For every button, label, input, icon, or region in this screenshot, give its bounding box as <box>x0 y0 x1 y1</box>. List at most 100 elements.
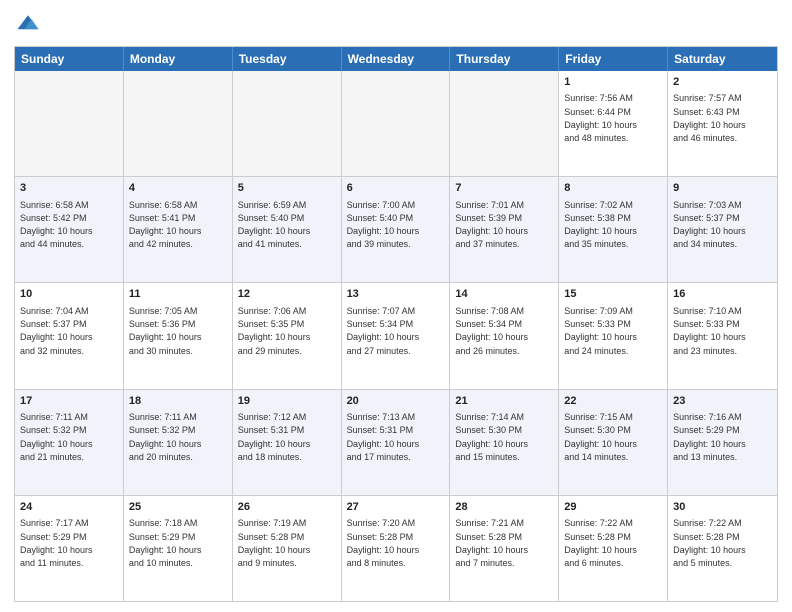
day-info: Sunrise: 7:56 AM Sunset: 6:44 PM Dayligh… <box>564 93 637 143</box>
day-info: Sunrise: 7:17 AM Sunset: 5:29 PM Dayligh… <box>20 518 93 568</box>
day-number: 11 <box>129 287 227 302</box>
day-info: Sunrise: 7:18 AM Sunset: 5:29 PM Dayligh… <box>129 518 202 568</box>
day-number: 5 <box>238 181 336 196</box>
day-number: 16 <box>673 287 772 302</box>
day-number: 8 <box>564 181 662 196</box>
calendar-cell: 22Sunrise: 7:15 AM Sunset: 5:30 PM Dayli… <box>559 390 668 495</box>
day-info: Sunrise: 7:07 AM Sunset: 5:34 PM Dayligh… <box>347 306 420 356</box>
calendar-cell: 19 Sunrise: 7:12 AM Sunset: 5:31 PM Dayli… <box>233 390 342 495</box>
day-number: 25 <box>129 500 227 515</box>
calendar-cell: 23Sunrise: 7:16 AM Sunset: 5:29 PM Dayli… <box>668 390 777 495</box>
weekday-header: Friday <box>559 47 668 71</box>
calendar-cell: 10 Sunrise: 7:04 AM Sunset: 5:37 PM Dayli… <box>15 283 124 388</box>
day-info: Sunrise: 7:01 AM Sunset: 5:39 PM Dayligh… <box>455 200 528 250</box>
calendar-cell: 24 Sunrise: 7:17 AM Sunset: 5:29 PM Dayli… <box>15 496 124 601</box>
weekday-header: Thursday <box>450 47 559 71</box>
calendar-cell: 13 Sunrise: 7:07 AM Sunset: 5:34 PM Dayli… <box>342 283 451 388</box>
day-number: 4 <box>129 181 227 196</box>
calendar-cell <box>450 71 559 176</box>
day-number: 10 <box>20 287 118 302</box>
day-number: 24 <box>20 500 118 515</box>
calendar-cell <box>124 71 233 176</box>
calendar-cell: 9 Sunrise: 7:03 AM Sunset: 5:37 PM Daylig… <box>668 177 777 282</box>
calendar-cell <box>15 71 124 176</box>
calendar-cell: 28 Sunrise: 7:21 AM Sunset: 5:28 PM Dayli… <box>450 496 559 601</box>
day-info: Sunrise: 7:19 AM Sunset: 5:28 PM Dayligh… <box>238 518 311 568</box>
day-info: Sunrise: 7:11 AM Sunset: 5:32 PM Dayligh… <box>129 412 202 462</box>
calendar-cell: 25 Sunrise: 7:18 AM Sunset: 5:29 PM Dayli… <box>124 496 233 601</box>
day-info: Sunrise: 7:05 AM Sunset: 5:36 PM Dayligh… <box>129 306 202 356</box>
day-info: Sunrise: 7:22 AM Sunset: 5:28 PM Dayligh… <box>673 518 746 568</box>
calendar-row: 3Sunrise: 6:58 AM Sunset: 5:42 PM Daylig… <box>15 177 777 283</box>
calendar-cell: 3Sunrise: 6:58 AM Sunset: 5:42 PM Daylig… <box>15 177 124 282</box>
calendar-cell: 27 Sunrise: 7:20 AM Sunset: 5:28 PM Dayli… <box>342 496 451 601</box>
weekday-header: Monday <box>124 47 233 71</box>
day-info: Sunrise: 7:15 AM Sunset: 5:30 PM Dayligh… <box>564 412 637 462</box>
calendar-cell: 14Sunrise: 7:08 AM Sunset: 5:34 PM Dayli… <box>450 283 559 388</box>
weekday-header: Wednesday <box>342 47 451 71</box>
calendar-cell: 1 Sunrise: 7:56 AM Sunset: 6:44 PM Daylig… <box>559 71 668 176</box>
day-number: 19 <box>238 394 336 409</box>
page: SundayMondayTuesdayWednesdayThursdayFrid… <box>0 0 792 612</box>
day-info: Sunrise: 6:59 AM Sunset: 5:40 PM Dayligh… <box>238 200 311 250</box>
day-number: 2 <box>673 75 772 90</box>
day-info: Sunrise: 7:57 AM Sunset: 6:43 PM Dayligh… <box>673 93 746 143</box>
day-info: Sunrise: 7:20 AM Sunset: 5:28 PM Dayligh… <box>347 518 420 568</box>
day-info: Sunrise: 7:22 AM Sunset: 5:28 PM Dayligh… <box>564 518 637 568</box>
calendar-cell: 15Sunrise: 7:09 AM Sunset: 5:33 PM Dayli… <box>559 283 668 388</box>
calendar-cell: 8 Sunrise: 7:02 AM Sunset: 5:38 PM Daylig… <box>559 177 668 282</box>
day-info: Sunrise: 7:04 AM Sunset: 5:37 PM Dayligh… <box>20 306 93 356</box>
calendar-cell: 18Sunrise: 7:11 AM Sunset: 5:32 PM Dayli… <box>124 390 233 495</box>
day-info: Sunrise: 6:58 AM Sunset: 5:41 PM Dayligh… <box>129 200 202 250</box>
header <box>14 10 778 38</box>
calendar-header: SundayMondayTuesdayWednesdayThursdayFrid… <box>15 47 777 71</box>
calendar: SundayMondayTuesdayWednesdayThursdayFrid… <box>14 46 778 602</box>
calendar-cell: 12 Sunrise: 7:06 AM Sunset: 5:35 PM Dayli… <box>233 283 342 388</box>
calendar-cell: 20Sunrise: 7:13 AM Sunset: 5:31 PM Dayli… <box>342 390 451 495</box>
day-number: 6 <box>347 181 445 196</box>
day-number: 28 <box>455 500 553 515</box>
day-info: Sunrise: 6:58 AM Sunset: 5:42 PM Dayligh… <box>20 200 93 250</box>
calendar-cell: 17 Sunrise: 7:11 AM Sunset: 5:32 PM Dayli… <box>15 390 124 495</box>
calendar-cell <box>342 71 451 176</box>
day-number: 9 <box>673 181 772 196</box>
weekday-header: Saturday <box>668 47 777 71</box>
day-info: Sunrise: 7:06 AM Sunset: 5:35 PM Dayligh… <box>238 306 311 356</box>
calendar-cell: 16 Sunrise: 7:10 AM Sunset: 5:33 PM Dayli… <box>668 283 777 388</box>
day-info: Sunrise: 7:00 AM Sunset: 5:40 PM Dayligh… <box>347 200 420 250</box>
day-number: 20 <box>347 394 445 409</box>
day-info: Sunrise: 7:21 AM Sunset: 5:28 PM Dayligh… <box>455 518 528 568</box>
day-number: 1 <box>564 75 662 90</box>
day-info: Sunrise: 7:10 AM Sunset: 5:33 PM Dayligh… <box>673 306 746 356</box>
day-number: 21 <box>455 394 553 409</box>
calendar-cell <box>233 71 342 176</box>
calendar-cell: 21 Sunrise: 7:14 AM Sunset: 5:30 PM Dayli… <box>450 390 559 495</box>
day-number: 13 <box>347 287 445 302</box>
calendar-cell: 11 Sunrise: 7:05 AM Sunset: 5:36 PM Dayli… <box>124 283 233 388</box>
calendar-cell: 29 Sunrise: 7:22 AM Sunset: 5:28 PM Dayli… <box>559 496 668 601</box>
day-info: Sunrise: 7:16 AM Sunset: 5:29 PM Dayligh… <box>673 412 746 462</box>
day-number: 27 <box>347 500 445 515</box>
day-number: 26 <box>238 500 336 515</box>
calendar-row: 1 Sunrise: 7:56 AM Sunset: 6:44 PM Daylig… <box>15 71 777 177</box>
day-info: Sunrise: 7:02 AM Sunset: 5:38 PM Dayligh… <box>564 200 637 250</box>
calendar-cell: 26 Sunrise: 7:19 AM Sunset: 5:28 PM Dayli… <box>233 496 342 601</box>
day-info: Sunrise: 7:14 AM Sunset: 5:30 PM Dayligh… <box>455 412 528 462</box>
calendar-cell: 4 Sunrise: 6:58 AM Sunset: 5:41 PM Daylig… <box>124 177 233 282</box>
day-number: 30 <box>673 500 772 515</box>
day-info: Sunrise: 7:08 AM Sunset: 5:34 PM Dayligh… <box>455 306 528 356</box>
calendar-cell: 6 Sunrise: 7:00 AM Sunset: 5:40 PM Daylig… <box>342 177 451 282</box>
logo-icon <box>14 10 42 38</box>
weekday-header: Tuesday <box>233 47 342 71</box>
day-number: 15 <box>564 287 662 302</box>
day-number: 29 <box>564 500 662 515</box>
day-number: 12 <box>238 287 336 302</box>
day-number: 7 <box>455 181 553 196</box>
calendar-cell: 7 Sunrise: 7:01 AM Sunset: 5:39 PM Daylig… <box>450 177 559 282</box>
day-info: Sunrise: 7:03 AM Sunset: 5:37 PM Dayligh… <box>673 200 746 250</box>
day-number: 17 <box>20 394 118 409</box>
calendar-row: 10 Sunrise: 7:04 AM Sunset: 5:37 PM Dayli… <box>15 283 777 389</box>
day-info: Sunrise: 7:11 AM Sunset: 5:32 PM Dayligh… <box>20 412 93 462</box>
calendar-cell: 30 Sunrise: 7:22 AM Sunset: 5:28 PM Dayli… <box>668 496 777 601</box>
day-info: Sunrise: 7:12 AM Sunset: 5:31 PM Dayligh… <box>238 412 311 462</box>
